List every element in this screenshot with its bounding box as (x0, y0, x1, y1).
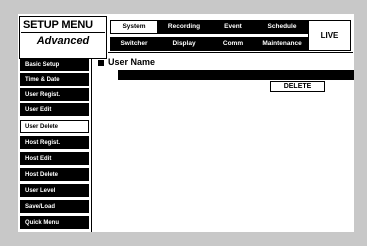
sidebar-divider (91, 58, 92, 232)
tab-switcher[interactable]: Switcher (110, 37, 158, 51)
bullet-square-icon (98, 59, 104, 66)
header-divider (108, 52, 353, 53)
sidebar-item-host-delete[interactable]: Host Delete (20, 168, 89, 181)
tab-recording[interactable]: Recording (158, 20, 210, 34)
tab-comm[interactable]: Comm (210, 37, 256, 51)
setup-menu-panel: SETUP MENU Advanced System Recording Eve… (18, 14, 354, 232)
delete-button[interactable]: DELETE (270, 81, 325, 92)
tab-display[interactable]: Display (158, 37, 210, 51)
tab-maintenance[interactable]: Maintenance (256, 37, 308, 51)
tab-event[interactable]: Event (210, 20, 256, 34)
sidebar-item-host-regist[interactable]: Host Regist. (20, 136, 89, 149)
sidebar-item-host-edit[interactable]: Host Edit (20, 152, 89, 165)
menu-title: SETUP MENU (23, 19, 93, 31)
sidebar-item-quick-menu[interactable]: Quick Menu (20, 216, 89, 229)
sidebar-item-user-delete[interactable]: User Delete (20, 120, 89, 133)
sidebar-item-user-edit[interactable]: User Edit (20, 103, 89, 116)
live-button[interactable]: LIVE (308, 20, 351, 51)
sidebar-item-user-regist[interactable]: User Regist. (20, 88, 89, 101)
menu-title-box: SETUP MENU Advanced (19, 16, 107, 59)
sidebar-item-user-level[interactable]: User Level (20, 184, 89, 197)
user-name-field[interactable] (118, 70, 354, 80)
menu-subtitle: Advanced (36, 35, 90, 47)
sidebar-item-save-load[interactable]: Save/Load (20, 200, 89, 213)
section-heading-text: User Name (108, 57, 156, 67)
title-divider (21, 32, 105, 33)
sidebar-item-basic-setup[interactable]: Basic Setup (20, 58, 89, 71)
tab-schedule[interactable]: Schedule (256, 20, 308, 34)
tab-system[interactable]: System (110, 20, 158, 34)
section-heading: User Name (98, 57, 155, 67)
sidebar-item-time-date[interactable]: Time & Date (20, 73, 89, 86)
